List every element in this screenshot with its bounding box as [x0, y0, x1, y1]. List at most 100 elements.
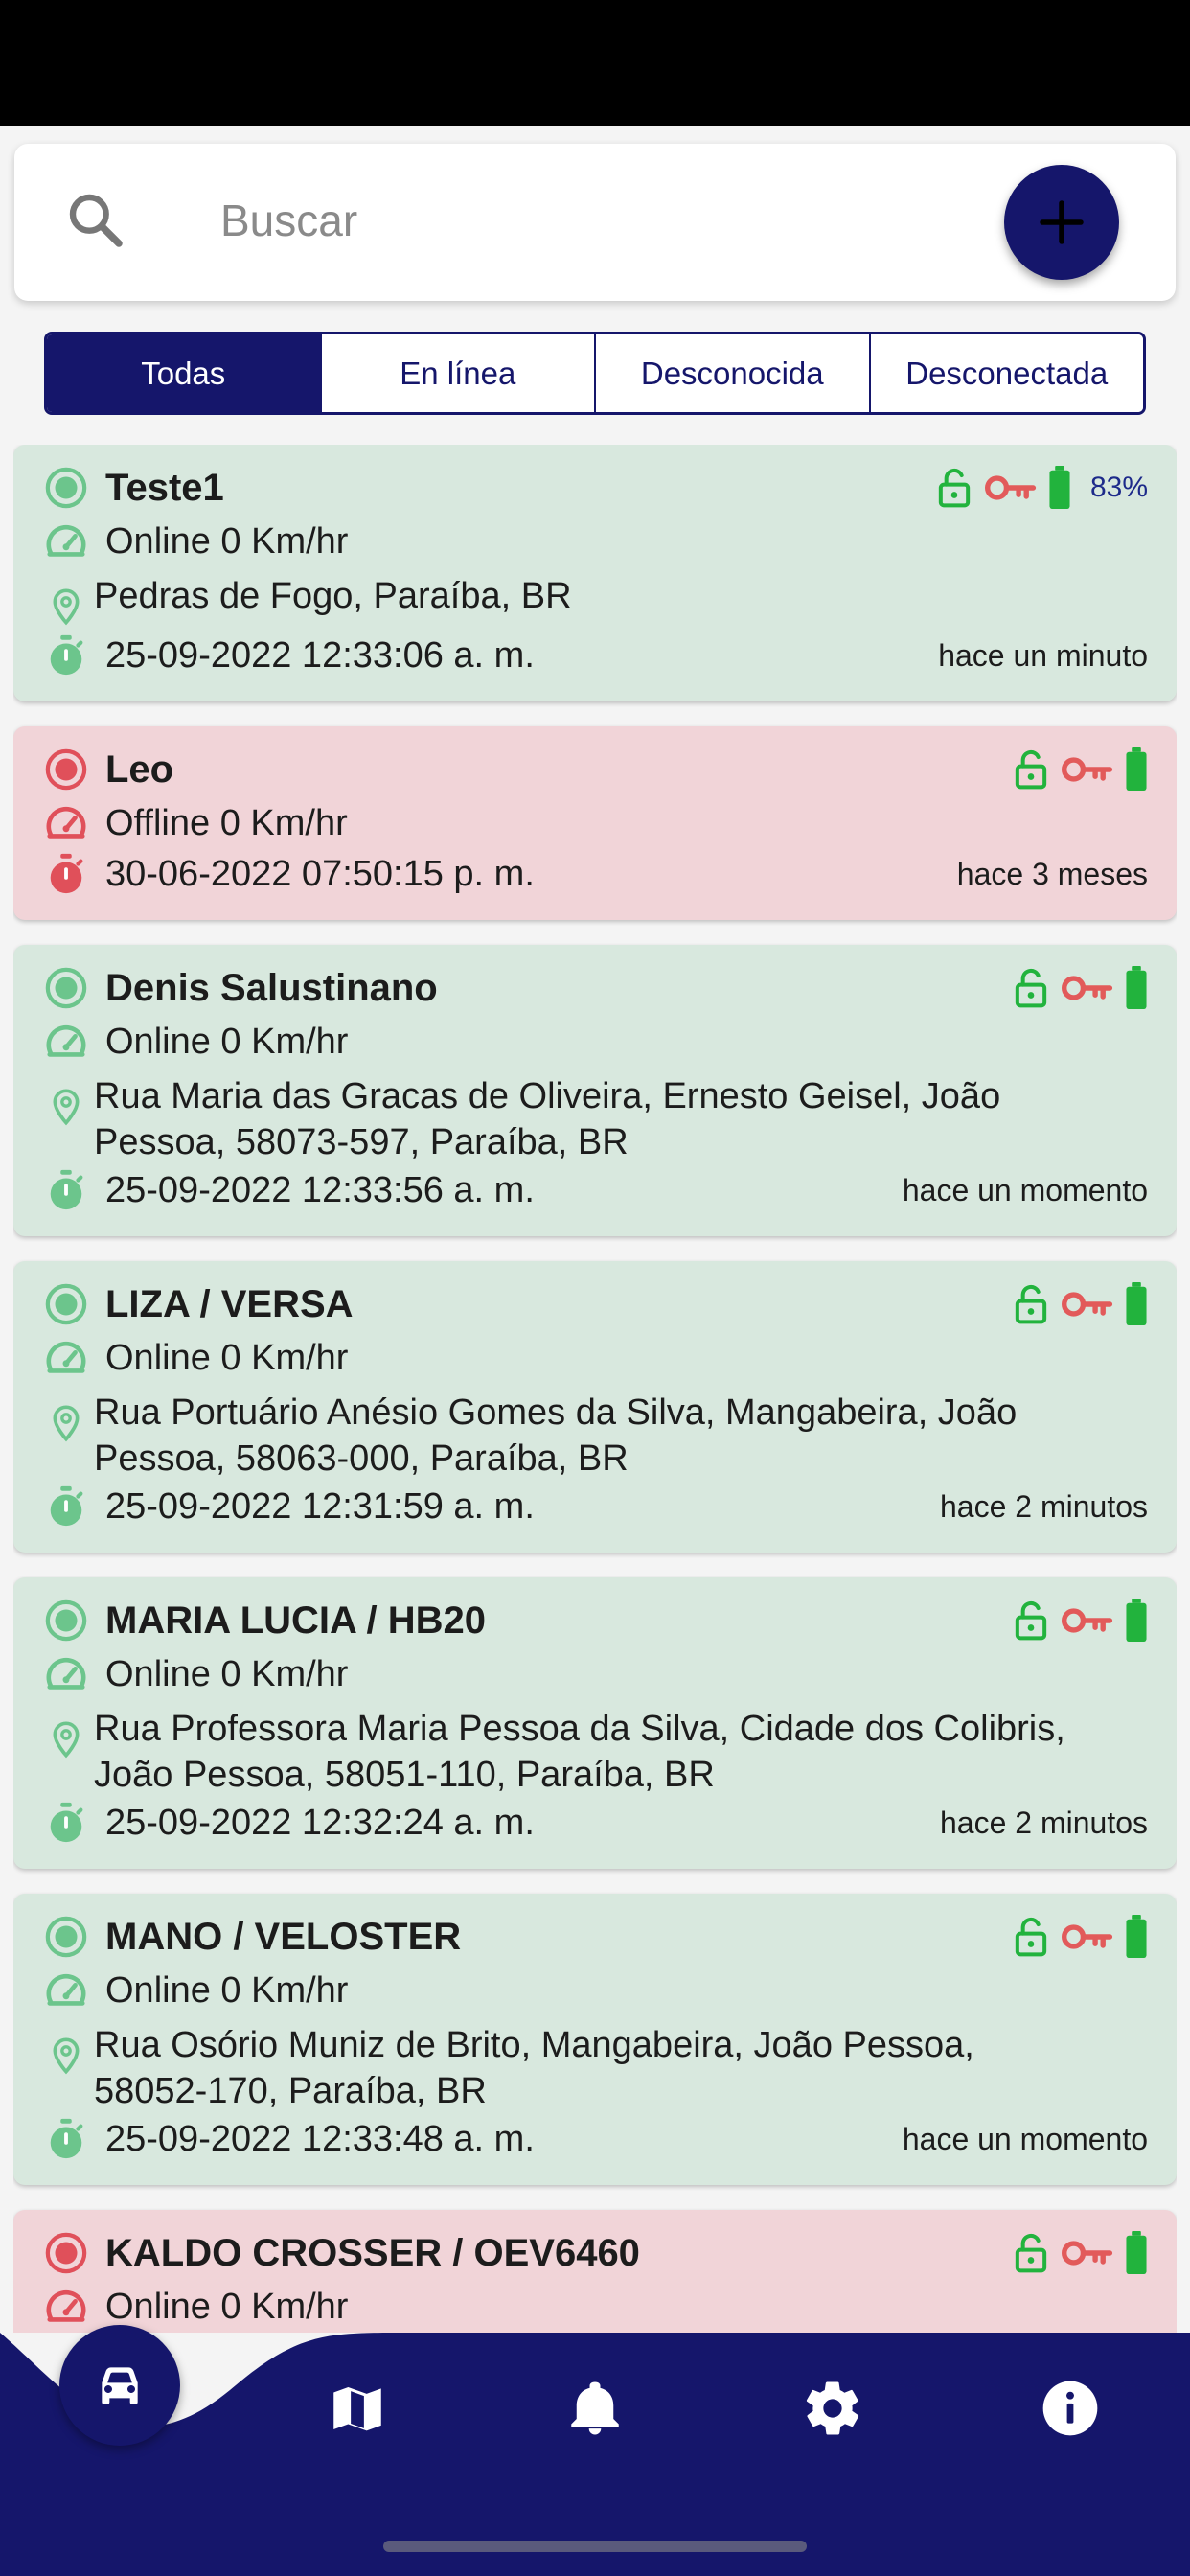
time-row: 25-09-2022 12:33:48 a. m. hace un momento: [42, 2114, 1148, 2168]
speed-row: Online 0 Km/hr: [42, 1648, 1148, 1700]
last-update-relative: hace 2 minutos: [939, 1488, 1148, 1524]
speed-text: Online 0 Km/hr: [105, 1021, 349, 1062]
device-status-icons: [1012, 966, 1148, 1010]
speedometer-icon: [46, 1657, 86, 1690]
address-line: Rua Portuário Anésio Gomes da Silva, Man…: [94, 1392, 1018, 1433]
last-update-datetime: 25-09-2022 12:33:56 a. m.: [105, 1169, 535, 1210]
device-header: KALDO CROSSER / OEV6460: [42, 2210, 1148, 2281]
battery-icon: [1126, 1598, 1147, 1643]
battery-icon: [1126, 2231, 1147, 2275]
status-dot-icon: [45, 748, 87, 791]
address-line: Pessoa, 58063-000, Paraíba, BR: [94, 1438, 629, 1479]
nav-notifications-button[interactable]: [542, 2356, 648, 2461]
speed-row: Online 0 Km/hr: [42, 516, 1148, 567]
address-line: 58052-170, Paraíba, BR: [94, 2071, 487, 2111]
speed-row: Online 0 Km/hr: [42, 1965, 1148, 2016]
status-dot-icon: [45, 2232, 87, 2274]
device-header: MARIA LUCIA / HB20: [42, 1577, 1148, 1648]
lock-open-icon: [1015, 1917, 1047, 1957]
device-card[interactable]: MARIA LUCIA / HB20 Online 0 Km/hr Rua Prof…: [13, 1577, 1177, 1869]
time-row: 25-09-2022 12:33:06 a. m. hace un minuto: [42, 631, 1148, 684]
lock-open-icon: [1015, 968, 1047, 1008]
battery-icon: [1126, 1915, 1147, 1959]
address-line: Rua Professora Maria Pessoa da Silva, Ci…: [94, 1709, 1065, 1749]
ignition-key-icon: [1062, 757, 1113, 782]
address-line: Rua Maria das Gracas de Oliveira, Ernest…: [94, 1076, 1001, 1116]
tab-desconectada[interactable]: Desconectada: [870, 334, 1143, 412]
location-pin-icon: [53, 588, 80, 626]
stopwatch-icon: [50, 1802, 83, 1843]
filter-tabs: Todas En línea Desconocida Desconectada: [44, 332, 1146, 415]
time-row: 25-09-2022 12:32:24 a. m. hace 2 minutos: [42, 1798, 1148, 1852]
status-dot: [42, 1597, 90, 1644]
device-name: MARIA LUCIA / HB20: [105, 1598, 487, 1642]
device-name: Teste1: [105, 466, 224, 509]
battery-icon: [1126, 748, 1147, 792]
status-dot: [42, 1280, 90, 1328]
device-card[interactable]: MANO / VELOSTER Online 0 Km/hr Rua Osório …: [13, 1894, 1177, 2185]
nav-info-button[interactable]: [1018, 2356, 1123, 2461]
map-icon: [333, 2387, 381, 2431]
device-card[interactable]: Denis Salustinano Online 0 Km/hr Rua Maria…: [13, 945, 1177, 1236]
stopwatch-icon: [50, 853, 83, 894]
speedometer-icon: [46, 1341, 86, 1373]
device-name: MANO / VELOSTER: [105, 1915, 462, 1958]
last-update-datetime: 25-09-2022 12:32:24 a. m.: [105, 1802, 535, 1843]
last-update-relative: hace un momento: [902, 2121, 1148, 2156]
time-row: 25-09-2022 12:31:59 a. m. hace 2 minutos: [42, 1482, 1148, 1535]
nav-settings-button[interactable]: [780, 2356, 885, 2461]
car-icon: [102, 2367, 138, 2404]
speed-row: Online 0 Km/hr: [42, 1016, 1148, 1068]
tab-desconocida[interactable]: Desconocida: [596, 334, 871, 412]
device-card[interactable]: Leo Offline 0 Km/hr 30-06-2022 07:50:15 p.…: [13, 726, 1177, 920]
device-card[interactable]: LIZA / VERSA Online 0 Km/hr Rua Portuário …: [13, 1261, 1177, 1552]
tab-todas[interactable]: Todas: [47, 334, 322, 412]
bell-icon: [571, 2381, 619, 2435]
speedometer-icon: [46, 1973, 86, 2006]
home-indicator: [383, 2541, 807, 2552]
ignition-key-icon: [1062, 1924, 1113, 1949]
location-pin-icon: [53, 2037, 80, 2075]
stopwatch-icon: [50, 1485, 83, 1527]
device-header: LIZA / VERSA: [42, 1261, 1148, 1332]
nav-car-button[interactable]: [59, 2325, 180, 2446]
speedometer-icon: [46, 806, 86, 839]
status-dot-icon: [45, 1599, 87, 1642]
speed-text: Online 0 Km/hr: [105, 2286, 349, 2327]
device-card[interactable]: KALDO CROSSER / OEV6460Online 0 Km/hrRua…: [13, 2210, 1177, 2333]
status-bar: [0, 0, 1190, 126]
speedometer-icon: [46, 2289, 86, 2322]
info-icon: [1042, 2380, 1098, 2436]
device-header: MANO / VELOSTER: [42, 1894, 1148, 1965]
status-dot-icon: [45, 1916, 87, 1958]
speed-row: Offline 0 Km/hr: [42, 797, 1148, 849]
location-pin-icon: [53, 1405, 80, 1442]
lock-open-icon: [1015, 1600, 1047, 1641]
last-update-relative: hace un minuto: [938, 637, 1148, 673]
status-dot: [42, 964, 90, 1012]
ignition-key-icon: [1062, 976, 1113, 1000]
battery-percent: 83%: [1089, 472, 1148, 503]
device-status-icons: 83%: [935, 466, 1148, 510]
device-name: KALDO CROSSER / OEV6460: [105, 2231, 640, 2274]
device-card[interactable]: Teste1 83% Online 0 Km/hr Pedras de Fogo, P…: [13, 445, 1177, 702]
status-dot: [42, 1913, 90, 1961]
gear-icon: [806, 2381, 859, 2435]
speed-text: Online 0 Km/hr: [105, 1969, 349, 2011]
status-dot-icon: [45, 467, 87, 509]
lock-open-icon: [1015, 2233, 1047, 2273]
last-update-datetime: 25-09-2022 12:33:06 a. m.: [105, 634, 535, 676]
address-row: Rua Osório Muniz de Brito, Mangabeira, J…: [42, 2016, 1148, 2114]
nav-map-button[interactable]: [305, 2356, 410, 2461]
speed-text: Online 0 Km/hr: [105, 520, 349, 562]
address-line: Rua Osório Muniz de Brito, Mangabeira, J…: [94, 2025, 974, 2065]
lock-open-icon: [1015, 1284, 1047, 1324]
ignition-key-icon: [1062, 1608, 1113, 1633]
device-status-icons: [1012, 1598, 1148, 1643]
add-device-button[interactable]: [1004, 165, 1119, 280]
status-dot: [42, 746, 90, 794]
device-status-icons: [1012, 748, 1148, 792]
last-update-relative: hace 2 minutos: [939, 1805, 1148, 1840]
search-input[interactable]: [220, 182, 949, 259]
tab-en-linea[interactable]: En línea: [321, 334, 596, 412]
